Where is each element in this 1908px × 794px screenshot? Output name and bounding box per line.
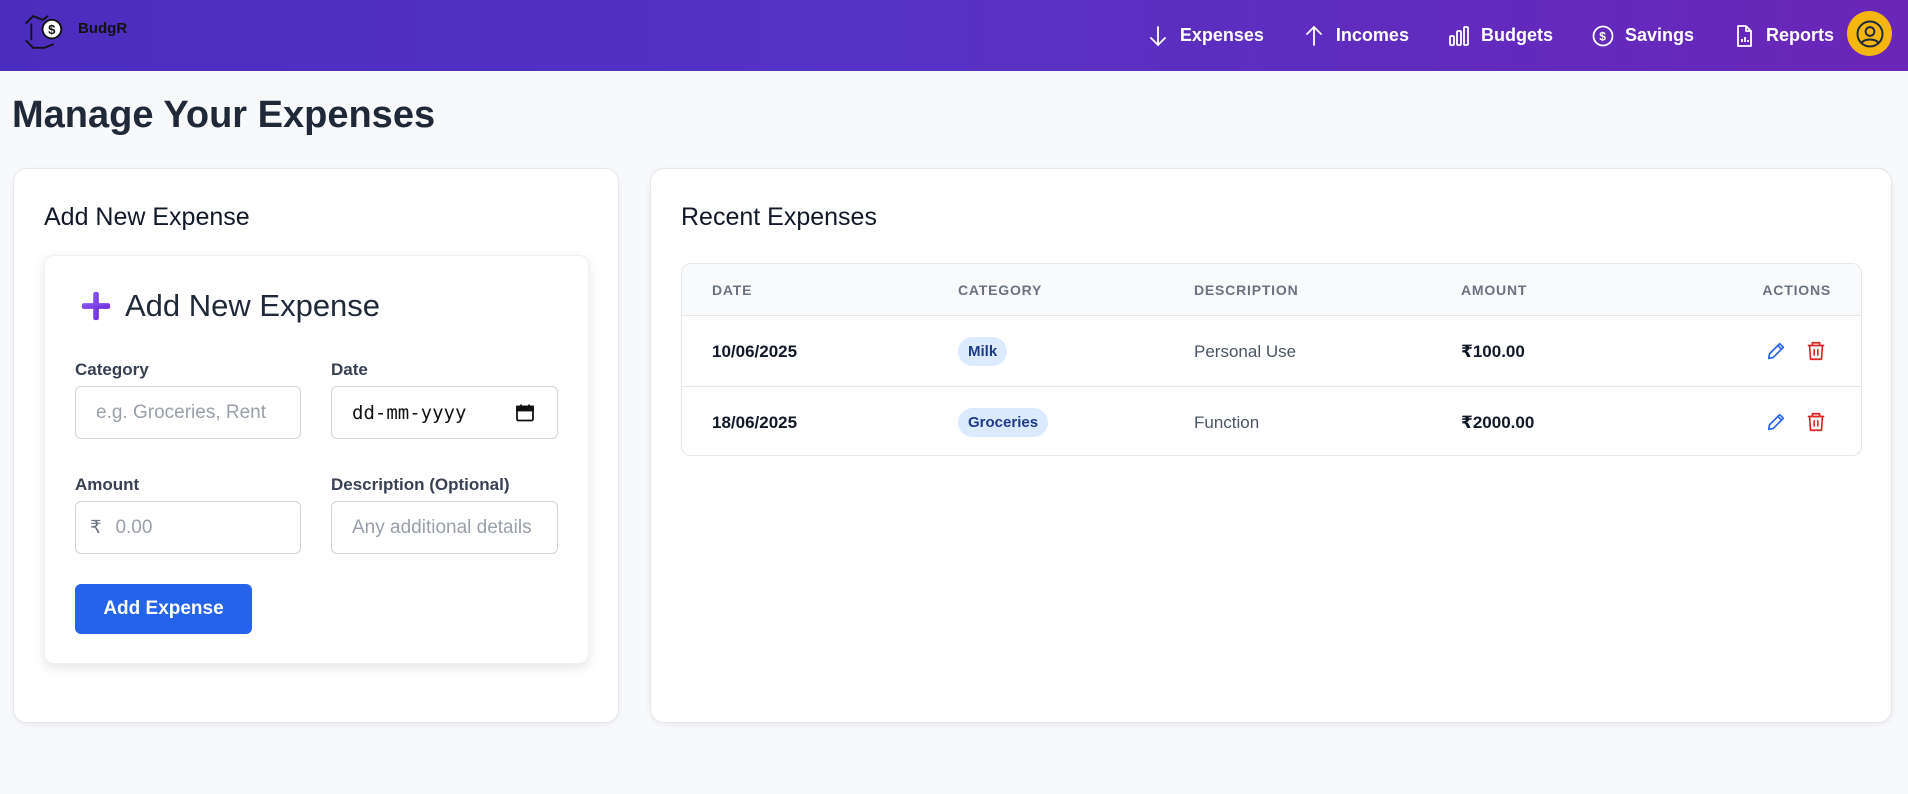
user-circle-icon — [1856, 20, 1883, 47]
nav-item-budgets[interactable]: Budgets — [1447, 24, 1553, 48]
table-header: DATE CATEGORY DESCRIPTION AMOUNT ACTIONS — [682, 264, 1861, 316]
row-date: 18/06/2025 — [712, 413, 798, 432]
nav-item-label: Incomes — [1335, 25, 1409, 45]
pencil-icon — [1767, 342, 1785, 360]
amount-label: Amount — [75, 475, 140, 494]
recent-expenses-card: Recent Expenses DATE CATEGORY DESCRIPTIO… — [650, 168, 1892, 723]
column-header-description: DESCRIPTION — [1194, 282, 1299, 298]
add-expense-form: Add New Expense Category e.g. Groceries,… — [44, 255, 589, 664]
nav-item-incomes[interactable]: Incomes — [1302, 24, 1409, 48]
nav-item-label: Savings — [1624, 25, 1694, 45]
svg-text:$: $ — [1599, 29, 1606, 43]
trash-icon — [1807, 412, 1825, 432]
pencil-icon — [1767, 413, 1785, 431]
description-placeholder: Any additional details — [352, 516, 532, 538]
recent-expenses-heading: Recent Expenses — [681, 203, 877, 231]
nav-item-expenses[interactable]: Expenses — [1146, 24, 1264, 48]
edit-button[interactable] — [1765, 411, 1787, 433]
date-placeholder: dd-mm-yyyy — [352, 401, 467, 424]
row-description: Personal Use — [1194, 342, 1297, 361]
top-navbar: $ BudgR Expenses Incomes Budgets $ Savin… — [0, 0, 1908, 71]
report-file-icon — [1737, 24, 1752, 47]
column-header-amount: AMOUNT — [1461, 282, 1528, 298]
trash-icon — [1807, 341, 1825, 361]
plus-icon — [81, 291, 111, 321]
form-title-text: Add New Expense — [125, 288, 381, 323]
column-header-category: CATEGORY — [958, 282, 1043, 298]
bar-chart-icon — [1449, 25, 1469, 46]
nav-links: Expenses Incomes Budgets $ Savings Repor… — [1108, 0, 1834, 71]
nav-item-reports[interactable]: Reports — [1732, 24, 1834, 48]
nav-item-savings[interactable]: $ Savings — [1591, 24, 1694, 48]
table-row: 10/06/2025 Milk Personal Use ₹100.00 — [682, 316, 1861, 387]
nav-item-label: Expenses — [1179, 25, 1264, 45]
nav-item-label: Budgets — [1480, 25, 1553, 45]
category-label: Category — [75, 360, 149, 379]
add-expense-card: Add New Expense Add New Expense Category… — [13, 168, 619, 723]
edit-button[interactable] — [1765, 340, 1787, 362]
form-title: Add New Expense — [79, 288, 380, 324]
calendar-icon[interactable] — [515, 403, 535, 423]
svg-text:$: $ — [48, 22, 56, 37]
row-date: 10/06/2025 — [712, 342, 798, 361]
dollar-circle-icon: $ — [1592, 25, 1614, 46]
money-hands-logo-icon: $ — [25, 14, 63, 49]
description-label: Description (Optional) — [331, 475, 510, 494]
column-header-date: DATE — [712, 282, 753, 298]
date-input[interactable]: dd-mm-yyyy — [331, 386, 558, 439]
column-header-actions: ACTIONS — [1762, 282, 1831, 298]
category-input[interactable]: e.g. Groceries, Rent — [75, 386, 301, 439]
table-row: 18/06/2025 Groceries Function ₹2000.00 — [682, 387, 1861, 455]
category-placeholder: e.g. Groceries, Rent — [96, 401, 267, 423]
row-description: Function — [1194, 413, 1260, 432]
brand-name: BudgR — [78, 20, 128, 37]
row-amount: ₹2000.00 — [1461, 413, 1535, 432]
row-amount: ₹100.00 — [1461, 342, 1525, 361]
rupee-prefix: ₹ — [90, 517, 102, 537]
page-title: Manage Your Expenses — [12, 94, 436, 136]
amount-input[interactable]: ₹ 0.00 — [75, 501, 301, 554]
category-badge: Milk — [958, 337, 1008, 366]
category-badge: Groceries — [958, 408, 1049, 437]
date-label: Date — [331, 360, 368, 379]
arrow-up-icon — [1306, 25, 1322, 46]
expenses-table: DATE CATEGORY DESCRIPTION AMOUNT ACTIONS… — [681, 263, 1862, 456]
delete-button[interactable] — [1805, 340, 1827, 362]
arrow-down-icon — [1149, 25, 1166, 46]
delete-button[interactable] — [1805, 411, 1827, 433]
nav-item-label: Reports — [1765, 25, 1834, 45]
add-expense-button[interactable]: Add Expense — [75, 584, 252, 634]
amount-placeholder: 0.00 — [115, 516, 153, 538]
description-input[interactable]: Any additional details — [331, 501, 558, 554]
add-expense-card-heading: Add New Expense — [44, 203, 250, 231]
user-avatar-button[interactable] — [1847, 11, 1892, 56]
brand-logo[interactable]: $ BudgR — [22, 2, 132, 62]
